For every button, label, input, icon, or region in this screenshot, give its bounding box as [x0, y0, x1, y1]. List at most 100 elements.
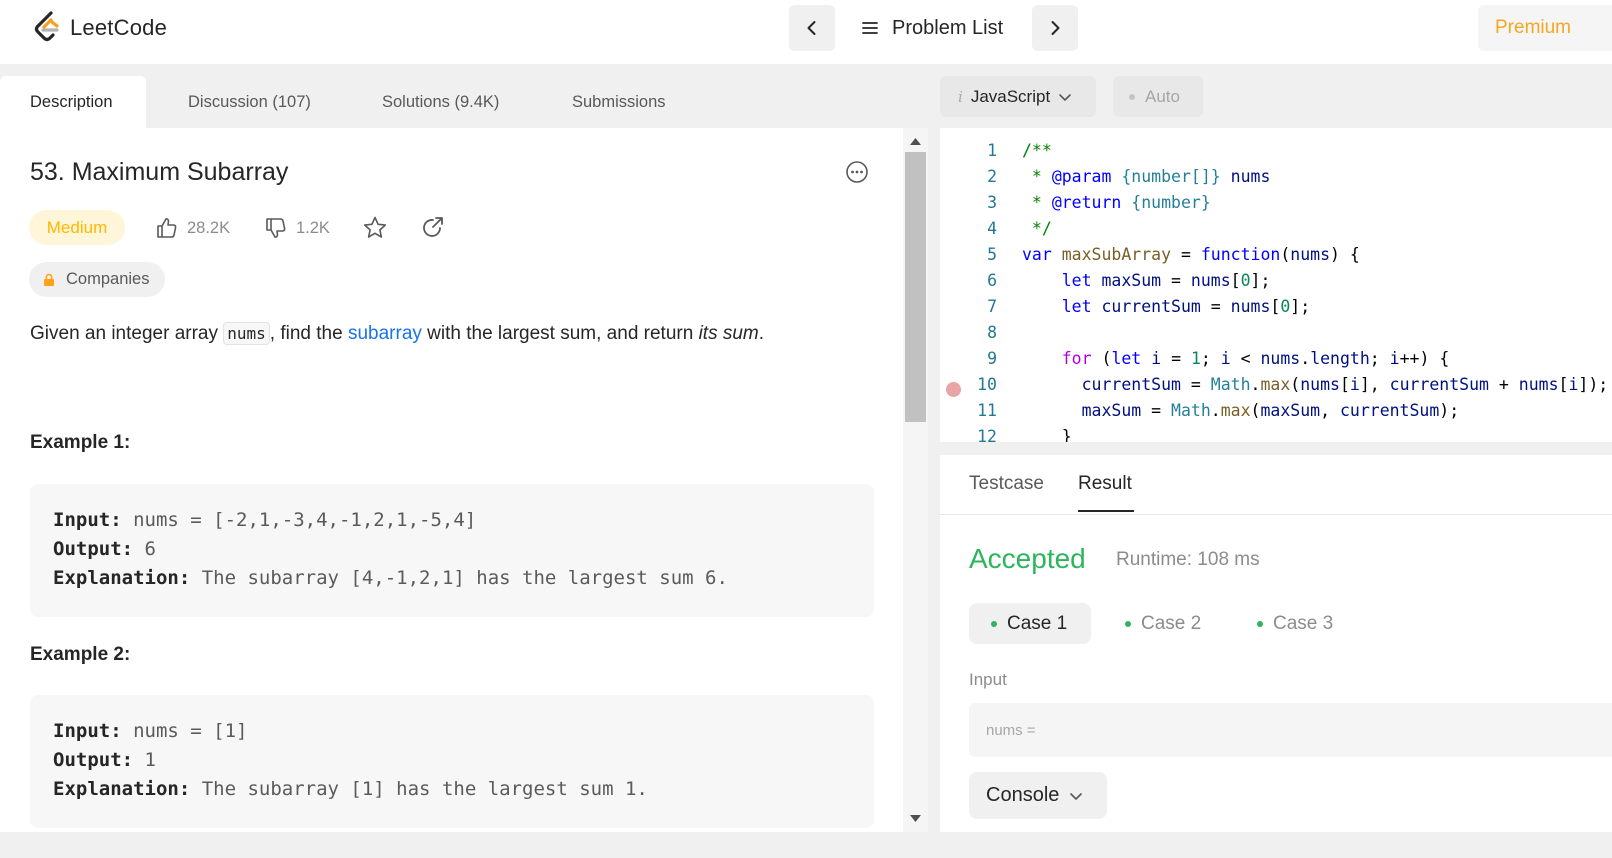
pass-dot-icon [991, 620, 997, 627]
code-line: 2 * @param {number[]} nums [940, 167, 1612, 193]
code-line: 1 /** [940, 141, 1612, 167]
chevron-down-icon [1059, 93, 1071, 101]
code-line: 12 } [940, 427, 1612, 442]
example-1-box: Input: nums = [-2,1,-3,4,-1,2,1,-5,4] Ou… [30, 484, 874, 617]
chevron-down-icon [1070, 792, 1083, 800]
companies-button[interactable]: Companies [29, 262, 165, 297]
scroll-up-icon[interactable] [909, 136, 922, 146]
problem-title: 53. Maximum Subarray [30, 158, 289, 186]
line-number: 8 [987, 323, 997, 342]
editor-toolbar: i JavaScript Auto [940, 76, 1612, 128]
bottom-strip [0, 832, 1612, 858]
language-select[interactable]: i JavaScript [940, 76, 1096, 117]
prev-problem-button[interactable] [789, 5, 835, 51]
dot-icon [1129, 93, 1135, 100]
input-value-box: nums = [969, 703, 1612, 757]
tab-description[interactable]: Description [0, 76, 146, 128]
tab-label: Solutions (9.4K) [382, 92, 500, 111]
scrollbar-thumb[interactable] [905, 152, 926, 422]
difficulty-badge: Medium [29, 210, 125, 245]
statement-emphasis: its sum [698, 323, 759, 344]
list-icon [862, 22, 878, 34]
auto-button[interactable]: Auto [1113, 76, 1203, 117]
star-icon[interactable] [362, 215, 388, 241]
code-line: 5 var maxSubArray = function(nums) { [940, 245, 1612, 271]
info-icon: i [958, 87, 963, 106]
problem-tabs: Description Discussion (107) Solutions (… [0, 76, 928, 128]
result-panel: Testcase Result Accepted Runtime: 108 ms… [940, 455, 1612, 858]
chevron-left-icon [807, 21, 816, 35]
case-3-tab[interactable]: Case 3 [1257, 603, 1333, 644]
example-output: 1 [133, 749, 156, 771]
line-number: 12 [977, 427, 997, 442]
line-number: 3 [987, 193, 997, 212]
statement-text: with the largest sum, and return [421, 323, 699, 344]
result-status: Accepted [969, 543, 1086, 574]
tab-label: Discussion (107) [188, 92, 311, 111]
console-label: Console [986, 784, 1060, 806]
share-icon[interactable] [420, 215, 446, 241]
premium-button[interactable]: Premium [1478, 5, 1612, 51]
tab-label: Description [30, 92, 113, 111]
next-problem-button[interactable] [1032, 5, 1078, 51]
code-line: 10 currentSum = Math.max(nums[i], curren… [940, 375, 1612, 401]
code-text: var maxSubArray = function(nums) { [1022, 245, 1360, 264]
problem-list-label: Problem List [892, 16, 1004, 39]
inline-code: nums [223, 322, 270, 345]
leetcode-logo[interactable]: LeetCode [32, 10, 167, 46]
example-input: nums = [1] [121, 720, 248, 742]
input-label: Input [969, 670, 1007, 689]
tab-discussion[interactable]: Discussion (107) [188, 76, 311, 128]
example-output-label: Output: [53, 538, 134, 560]
description-scrollbar[interactable] [903, 128, 928, 834]
example-1-title: Example 1: [30, 432, 131, 453]
tab-result[interactable]: Result [1078, 473, 1132, 495]
companies-label: Companies [66, 270, 150, 288]
problem-description: 53. Maximum Subarray Medium 28.2K 1.2K C… [0, 128, 902, 830]
example-input: nums = [-2,1,-3,4,-1,2,1,-5,4] [121, 509, 477, 531]
problem-statement: Given an integer array nums, find the su… [30, 322, 764, 345]
dislike-button[interactable]: 1.2K [264, 214, 330, 242]
tab-submissions[interactable]: Submissions [572, 76, 666, 128]
description-panel: Description Discussion (107) Solutions (… [0, 76, 928, 858]
language-label: JavaScript [970, 86, 1051, 106]
case-label: Case 1 [1007, 612, 1068, 634]
like-button[interactable]: 28.2K [155, 214, 230, 242]
code-text: /** [1022, 141, 1052, 160]
code-text: for (let i = 1; i < nums.length; i++) { [1061, 349, 1450, 368]
tab-solutions[interactable]: Solutions (9.4K) [382, 76, 499, 128]
code-line: 7 let currentSum = nums[0]; [940, 297, 1612, 323]
case-label: Case 3 [1273, 612, 1334, 634]
thumbs-down-icon [266, 218, 286, 238]
example-output: 6 [133, 538, 156, 560]
tab-testcase[interactable]: Testcase [969, 473, 1044, 495]
tabs-divider [940, 514, 1612, 515]
console-button[interactable]: Console [969, 772, 1107, 819]
active-tab-indicator [1078, 510, 1134, 512]
code-text: maxSum = Math.max(maxSum, currentSum); [1081, 401, 1460, 420]
line-number: 5 [987, 245, 997, 264]
panel-splitter[interactable] [940, 442, 1612, 455]
case-1-tab[interactable]: Case 1 [969, 603, 1092, 644]
like-count: 28.2K [187, 218, 231, 237]
code-line: 9 for (let i = 1; i < nums.length; i++) … [940, 349, 1612, 375]
input-value: nums = [986, 721, 1036, 739]
subarray-link[interactable]: subarray [348, 323, 422, 344]
more-options-icon[interactable] [845, 160, 869, 184]
code-editor[interactable]: 1 /** 2 * @param {number[]} nums 3 * @ret… [940, 128, 1612, 442]
code-line: 11 maxSum = Math.max(maxSum, currentSum)… [940, 401, 1612, 427]
case-2-tab[interactable]: Case 2 [1125, 603, 1201, 644]
example-output-label: Output: [53, 749, 134, 771]
scroll-down-icon[interactable] [909, 814, 922, 824]
leetcode-logo-icon [34, 11, 59, 42]
example-explanation: The subarray [4,-1,2,1] has the largest … [190, 567, 728, 589]
problem-list-button[interactable]: Problem List [862, 10, 1003, 46]
code-line: 8 [940, 323, 1612, 349]
code-line: 4 */ [940, 219, 1612, 245]
line-number: 11 [977, 401, 997, 420]
line-number: 4 [987, 219, 997, 238]
runtime-text: Runtime: 108 ms [1116, 549, 1260, 570]
example-input-label: Input: [53, 720, 122, 742]
line-number: 9 [987, 349, 997, 368]
code-text: let currentSum = nums[0]; [1061, 297, 1311, 316]
